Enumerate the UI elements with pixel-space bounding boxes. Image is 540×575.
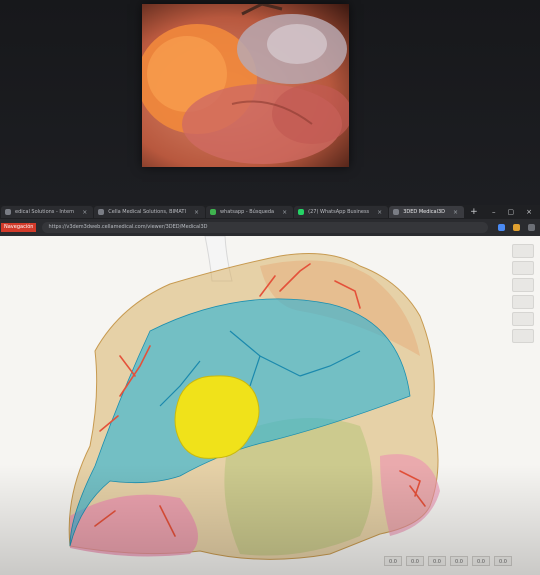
tab-bar: edical Solutions - Intern × Cella Medica… (0, 205, 540, 219)
lung-3d-model[interactable] (0, 236, 540, 575)
tab-title: 3DED Medical3D (403, 209, 446, 215)
tab-title: Cella Medical Solutions, BIMATI (108, 209, 186, 215)
close-icon[interactable]: × (194, 209, 199, 216)
tab-title: (27) WhatsApp Business (308, 209, 370, 215)
close-icon[interactable]: × (453, 209, 458, 216)
control-button[interactable]: 0.0 (472, 556, 490, 566)
profile-icon[interactable] (528, 224, 536, 231)
control-button[interactable]: 0.0 (494, 556, 512, 566)
tool-button[interactable] (512, 261, 534, 275)
close-icon[interactable]: × (82, 209, 87, 216)
browser-window: edical Solutions - Intern × Cella Medica… (0, 205, 540, 575)
extension-icon[interactable] (498, 224, 506, 231)
whatsapp-icon (298, 209, 305, 215)
tab-cella-bimati[interactable]: Cella Medical Solutions, BIMATI × (94, 206, 205, 218)
bookmark-icon[interactable] (513, 224, 521, 231)
doc-icon (5, 209, 11, 215)
toolbar-icons (498, 224, 540, 231)
new-tab-button[interactable]: + (470, 207, 478, 217)
surgical-scene (142, 4, 349, 164)
control-button[interactable]: 0.0 (384, 556, 402, 566)
address-bar: Navegación https://v3dem3dweb.cellamedic… (0, 219, 540, 236)
tab-title: whatsapp - Búsqueda (219, 209, 275, 215)
url-field[interactable]: https://v3dem3dweb.cellamedical.com/view… (42, 222, 489, 233)
control-button[interactable]: 0.0 (406, 556, 424, 566)
viewer-toolbar (512, 244, 534, 343)
tab-whatsapp-business[interactable]: (27) WhatsApp Business × (294, 206, 389, 218)
doc-icon (98, 209, 105, 215)
close-icon[interactable]: × (282, 209, 287, 216)
minimize-icon[interactable]: – (492, 208, 496, 216)
search-icon (209, 209, 216, 215)
viewer-controls: 0.0 0.0 0.0 0.0 0.0 0.0 (384, 556, 512, 566)
tab-whatsapp-search[interactable]: whatsapp - Búsqueda × (205, 206, 294, 218)
maximize-icon[interactable]: ▢ (508, 208, 515, 216)
tool-button[interactable] (512, 278, 534, 292)
window-controls: – ▢ × (492, 208, 540, 216)
tool-button[interactable] (512, 295, 534, 309)
tab-title: edical Solutions - Intern (15, 209, 75, 215)
close-icon[interactable]: × (377, 209, 382, 216)
tool-button[interactable] (512, 329, 534, 343)
navigation-badge: Navegación (1, 223, 37, 232)
doc-icon (393, 209, 400, 215)
surgical-video-feed (142, 4, 349, 167)
tab-3ded-medical3d[interactable]: 3DED Medical3D × (389, 206, 465, 218)
close-window-icon[interactable]: × (526, 208, 532, 216)
tab-cella-intern[interactable]: edical Solutions - Intern × (1, 206, 94, 218)
control-button[interactable]: 0.0 (428, 556, 446, 566)
3d-model-viewer[interactable]: 0.0 0.0 0.0 0.0 0.0 0.0 (0, 236, 540, 575)
tool-button[interactable] (512, 244, 534, 258)
tool-button[interactable] (512, 312, 534, 326)
control-button[interactable]: 0.0 (450, 556, 468, 566)
